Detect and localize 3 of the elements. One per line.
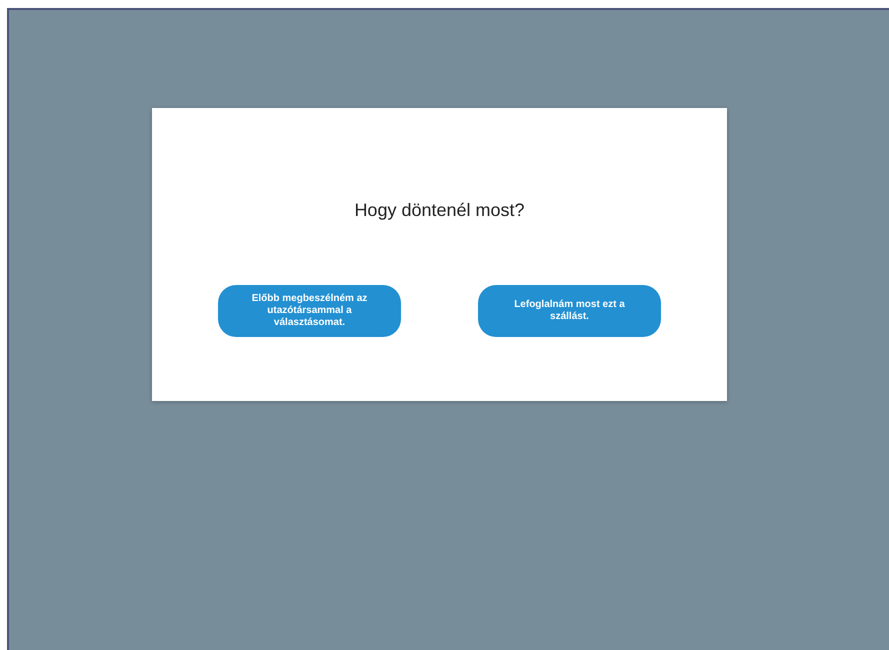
choice-button[interactable]: Lefoglalnám most ezt a szállást. [478, 285, 661, 337]
dialog-question: Hogy döntenél most? [354, 200, 525, 221]
choice-button[interactable]: Előbb megbeszélném az utazótársammal a választásomat. [218, 285, 401, 337]
